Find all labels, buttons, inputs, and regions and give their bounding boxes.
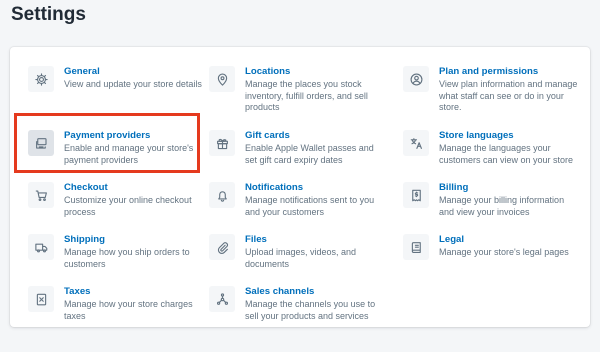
- settings-item-description: Manage the places you stock inventory, f…: [245, 79, 368, 113]
- translate-icon: [403, 130, 429, 156]
- settings-item-description: View plan information and manage what st…: [439, 79, 578, 113]
- settings-item-shipping[interactable]: Shipping Manage how you ship orders to c…: [28, 234, 204, 280]
- settings-item-description: Manage the channels you use to sell your…: [245, 299, 376, 321]
- legal-icon: [403, 234, 429, 260]
- settings-item-title: Gift cards: [245, 130, 290, 141]
- settings-item-title: Checkout: [64, 182, 108, 193]
- settings-item-description: Manage the languages your customers can …: [439, 143, 574, 165]
- location-pin-icon: [209, 66, 235, 92]
- settings-item-title: Sales channels: [245, 286, 315, 297]
- settings-item-description: Enable Apple Wallet passes and set gift …: [245, 143, 374, 165]
- settings-item-description: Customize your online checkout process: [64, 195, 192, 217]
- settings-item-taxes[interactable]: Taxes Manage how your store charges taxe…: [28, 286, 204, 332]
- settings-item-title: Files: [245, 234, 267, 245]
- settings-item-description: Manage how your store charges taxes: [64, 299, 193, 321]
- settings-item-description: View and update your store details: [64, 79, 202, 89]
- settings-item-description: Manage your billing information and view…: [439, 195, 565, 217]
- settings-item-billing[interactable]: Billing Manage your billing information …: [403, 182, 579, 228]
- settings-item-title: Taxes: [64, 286, 91, 297]
- gift-icon: [209, 130, 235, 156]
- settings-item-title: Notifications: [245, 182, 304, 193]
- settings-item-locations[interactable]: Locations Manage the places you stock in…: [209, 66, 385, 112]
- bell-icon: [209, 182, 235, 208]
- sales-channels-icon: [209, 286, 235, 312]
- settings-card: General View and update your store detai…: [10, 47, 590, 327]
- settings-item-notifications[interactable]: Notifications Manage notifications sent …: [209, 182, 385, 228]
- settings-item-title: Payment providers: [64, 130, 151, 141]
- settings-item-description: Manage your store's legal pages: [439, 247, 569, 257]
- settings-item-plan-and-permissions[interactable]: Plan and permissions View plan informati…: [403, 66, 579, 112]
- settings-item-title: Billing: [439, 182, 469, 193]
- settings-item-description: Enable and manage your store's payment p…: [64, 143, 194, 165]
- settings-item-title: General: [64, 66, 100, 77]
- settings-item-gift-cards[interactable]: Gift cards Enable Apple Wallet passes an…: [209, 130, 385, 176]
- settings-item-checkout[interactable]: Checkout Customize your online checkout …: [28, 182, 204, 228]
- credit-card-icon: [28, 130, 54, 156]
- settings-item-general[interactable]: General View and update your store detai…: [28, 66, 204, 112]
- settings-item-description: Manage notifications sent to you and you…: [245, 195, 375, 217]
- cart-icon: [28, 182, 54, 208]
- settings-item-payment-providers[interactable]: Payment providers Enable and manage your…: [28, 130, 204, 176]
- settings-item-title: Store languages: [439, 130, 514, 141]
- page-title: Settings: [11, 4, 86, 25]
- settings-item-description: Upload images, videos, and documents: [245, 247, 357, 269]
- settings-item-store-languages[interactable]: Store languages Manage the languages you…: [403, 130, 579, 176]
- settings-item-title: Shipping: [64, 234, 106, 245]
- settings-item-description: Manage how you ship orders to customers: [64, 247, 190, 269]
- settings-item-sales-channels[interactable]: Sales channels Manage the channels you u…: [209, 286, 385, 332]
- billing-icon: [403, 182, 429, 208]
- user-circle-icon: [403, 66, 429, 92]
- settings-item-title: Legal: [439, 234, 465, 245]
- settings-item-title: Locations: [245, 66, 291, 77]
- gear-icon: [28, 66, 54, 92]
- tax-icon: [28, 286, 54, 312]
- settings-item-files[interactable]: Files Upload images, videos, and documen…: [209, 234, 385, 280]
- truck-icon: [28, 234, 54, 260]
- settings-item-legal[interactable]: Legal Manage your store's legal pages: [403, 234, 579, 280]
- settings-item-title: Plan and permissions: [439, 66, 539, 77]
- paperclip-icon: [209, 234, 235, 260]
